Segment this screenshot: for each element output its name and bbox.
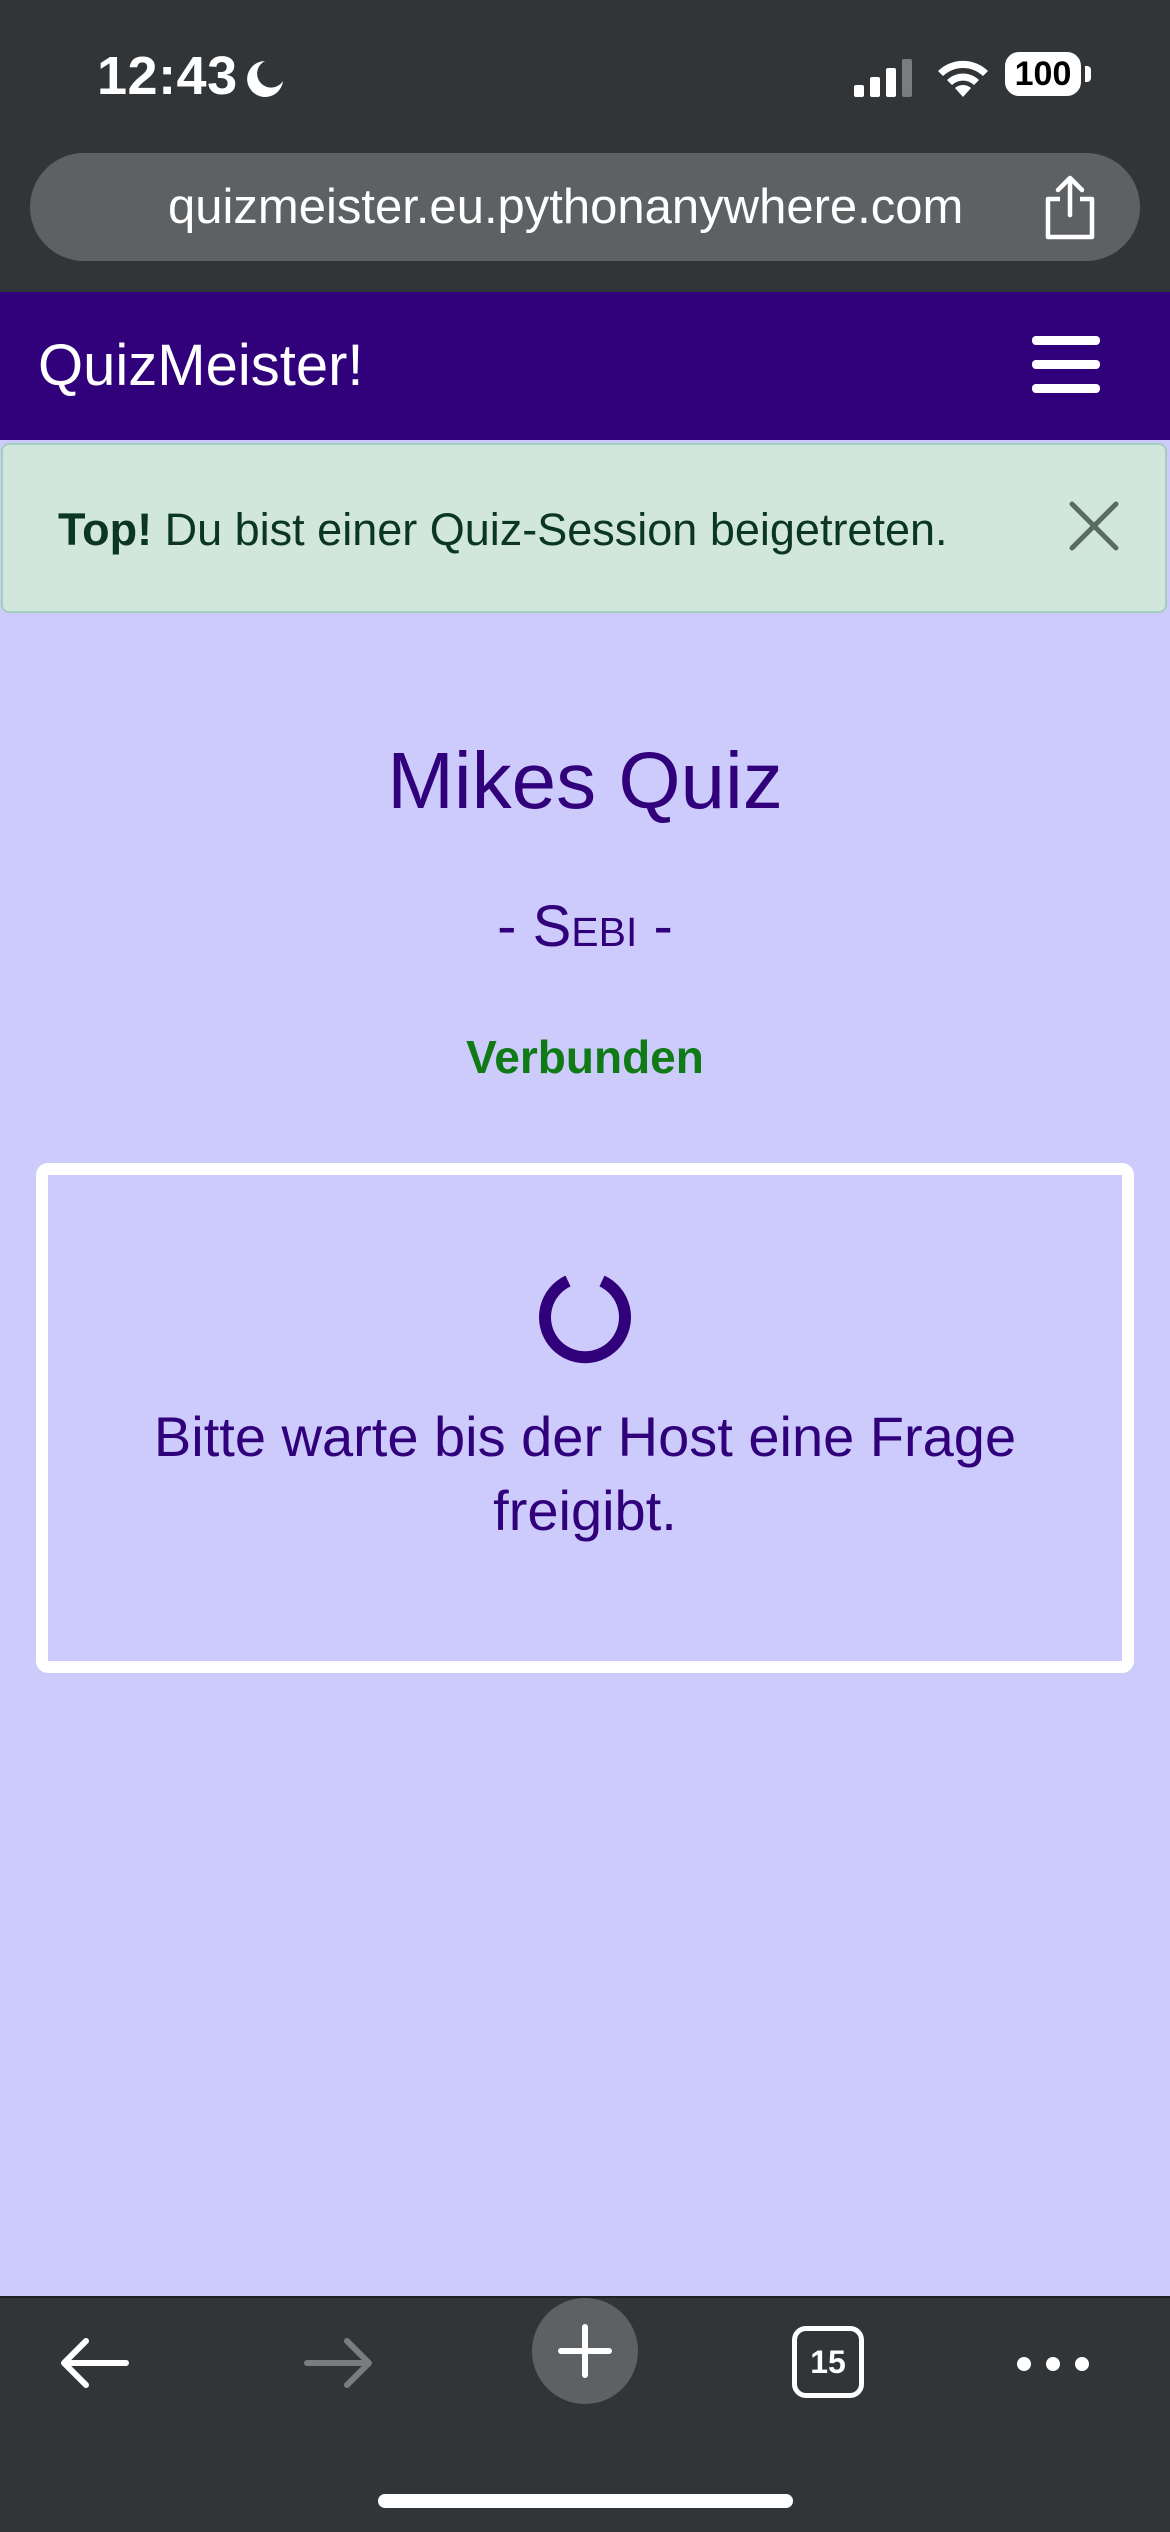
app-navbar: QuizMeister! bbox=[0, 292, 1170, 440]
alert-message: Top! Du bist einer Quiz-Session beigetre… bbox=[58, 445, 948, 615]
moon-icon bbox=[247, 61, 283, 97]
url-text: quizmeister.eu.pythonanywhere.com bbox=[168, 180, 964, 234]
navbar-brand[interactable]: QuizMeister! bbox=[38, 292, 364, 440]
tabs-button[interactable]: 15 bbox=[792, 2326, 864, 2398]
quiz-title: Mikes Quiz bbox=[387, 736, 783, 825]
more-icon[interactable] bbox=[1015, 2355, 1091, 2373]
connection-status: Verbunden bbox=[466, 1031, 704, 1083]
battery-tip bbox=[1085, 66, 1091, 82]
address-bar[interactable]: quizmeister.eu.pythonanywhere.com bbox=[30, 153, 1140, 261]
back-arrow-icon[interactable] bbox=[58, 2335, 130, 2391]
battery-level: 100 bbox=[1005, 52, 1081, 96]
home-indicator[interactable] bbox=[378, 2494, 793, 2508]
signal-icon bbox=[854, 59, 912, 97]
new-tab-button[interactable] bbox=[532, 2298, 638, 2404]
success-alert: Top! Du bist einer Quiz-Session beigetre… bbox=[1, 443, 1167, 613]
share-icon[interactable] bbox=[1040, 175, 1100, 241]
wifi-icon bbox=[938, 60, 988, 97]
alert-body: Du bist einer Quiz-Session beigetreten. bbox=[152, 504, 948, 555]
status-time: 12:43 bbox=[97, 46, 238, 106]
battery-icon: 100 bbox=[1005, 52, 1091, 100]
wait-message: Bitte warte bis der Host eine Frage frei… bbox=[153, 1405, 1017, 1542]
close-icon[interactable] bbox=[1068, 500, 1120, 552]
forward-arrow-icon[interactable] bbox=[303, 2335, 375, 2391]
menu-toggle-icon[interactable] bbox=[1032, 336, 1100, 394]
plus-icon bbox=[558, 2324, 612, 2378]
player-name: - Sebi - bbox=[497, 894, 673, 959]
alert-strong: Top! bbox=[58, 504, 153, 555]
loading-spinner-icon bbox=[539, 1275, 631, 1364]
